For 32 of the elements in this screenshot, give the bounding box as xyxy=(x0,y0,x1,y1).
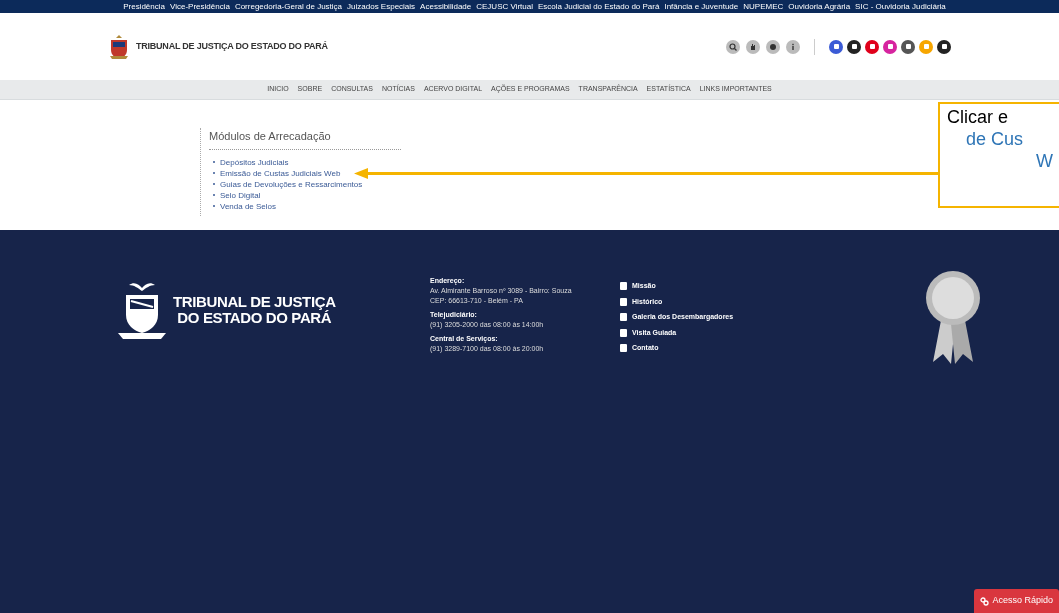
top-link[interactable]: SIC - Ouvidoria Judiciária xyxy=(855,1,946,12)
module-link[interactable]: Emissão de Custas Judiciais Web xyxy=(220,167,341,179)
top-link[interactable]: Acessibilidade xyxy=(420,1,472,12)
top-link[interactable]: NUPEMEC xyxy=(743,1,784,12)
callout-text: de Cus xyxy=(965,128,1025,150)
site-title[interactable]: TRIBUNAL DE JUSTIÇA DO ESTADO DO PARÁ xyxy=(136,39,328,54)
callout-text: W xyxy=(1035,150,1054,172)
top-link[interactable]: Juizados Especiais xyxy=(347,1,416,12)
quick-access-button[interactable]: Acesso Rápido xyxy=(974,589,1059,613)
contrast-icon[interactable] xyxy=(766,39,780,54)
section-heading: Módulos de Arrecadação xyxy=(209,128,401,150)
top-link[interactable]: CEJUSC Virtual xyxy=(476,1,533,12)
module-link[interactable]: Venda de Selos xyxy=(220,200,277,212)
top-link[interactable]: Ouvidoria Agrária xyxy=(788,1,851,12)
social-icon[interactable] xyxy=(847,39,861,54)
footer-logo-text: TRIBUNAL DE JUSTIÇA xyxy=(173,294,336,310)
social-icon[interactable] xyxy=(901,39,915,54)
search-icon[interactable] xyxy=(726,39,740,54)
top-link[interactable]: Infância e Juventude xyxy=(664,1,739,12)
module-link[interactable]: Selo Digital xyxy=(220,189,261,201)
hand-icon[interactable] xyxy=(746,39,760,54)
info-icon[interactable] xyxy=(786,39,800,54)
top-link[interactable]: Presidência xyxy=(123,1,165,12)
coat-of-arms-icon xyxy=(108,33,130,60)
footer-logo-text: DO ESTADO DO PARÁ xyxy=(177,310,332,326)
top-link[interactable]: Corregedoria-Geral de Justiça xyxy=(234,1,343,12)
callout-text: Clicar e xyxy=(946,106,1009,128)
module-link[interactable]: Guias de Devoluções e Ressarcimentos xyxy=(220,178,363,190)
top-link[interactable]: Escola Judicial do Estado do Pará xyxy=(538,1,660,12)
social-icon[interactable] xyxy=(937,39,951,54)
module-link[interactable]: Depósitos Judiciais xyxy=(220,156,289,168)
top-link[interactable]: Vice-Presidência xyxy=(170,1,230,12)
